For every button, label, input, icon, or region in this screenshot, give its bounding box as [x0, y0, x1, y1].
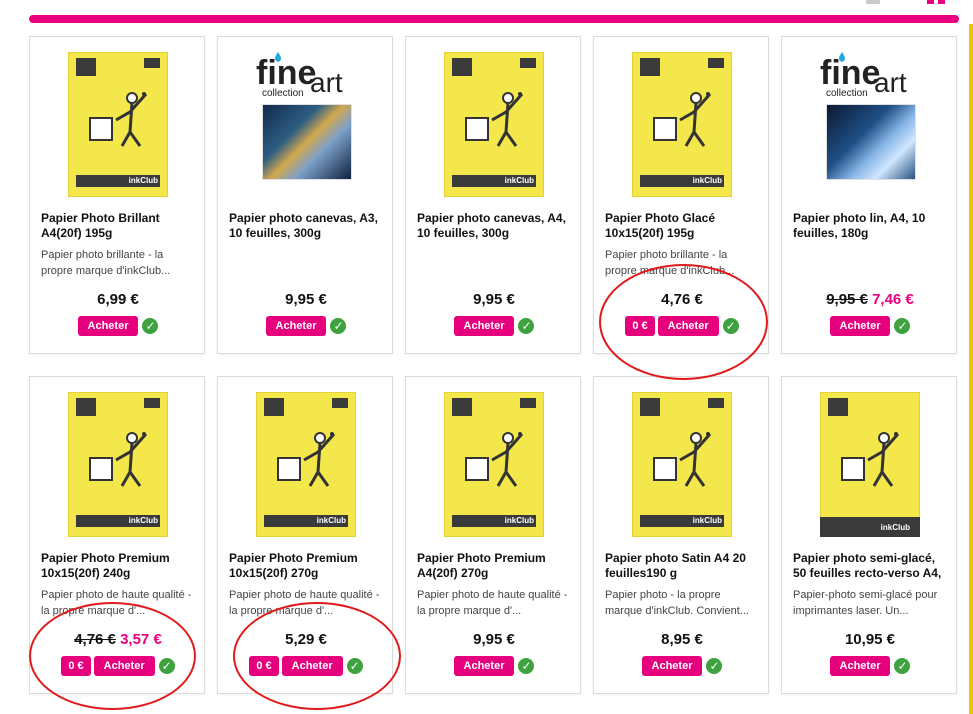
check-icon: ✓	[518, 658, 535, 674]
product-title[interactable]: Papier Photo Premium A4(20f) 270g	[417, 551, 569, 581]
product-card[interactable]: inkClub Papier photo semi-glacé, 50 feui…	[781, 376, 957, 694]
product-title[interactable]: Papier photo lin, A4, 10 feuilles, 180g	[793, 211, 945, 241]
grid-view-icon[interactable]	[927, 0, 934, 4]
check-icon: ✓	[518, 318, 535, 334]
painting-image	[262, 104, 352, 180]
product-image[interactable]: inkClub	[68, 392, 168, 537]
product-desc: Papier photo de haute qualité - la propr…	[417, 589, 568, 617]
product-card[interactable]: fine art collection Papier photo canevas, …	[217, 36, 393, 354]
check-icon: ✓	[894, 318, 911, 334]
grid-view-icon[interactable]	[938, 0, 945, 4]
buy-button[interactable]: Acheter	[453, 656, 515, 676]
product-price: 10,95 €	[844, 631, 896, 648]
product-image[interactable]: inkClub	[256, 392, 356, 537]
product-title[interactable]: Papier Photo Premium 10x15(20f) 240g	[41, 551, 193, 581]
buy-button[interactable]: Acheter	[829, 316, 891, 336]
product-title[interactable]: Papier photo semi-glacé, 50 feuilles rec…	[793, 551, 945, 581]
product-image[interactable]: inkClub	[632, 392, 732, 537]
buy-button[interactable]: Acheter	[641, 656, 703, 676]
product-image[interactable]: inkClub	[68, 52, 168, 197]
check-icon: ✓	[142, 318, 159, 334]
product-title[interactable]: Papier photo Satin A4 20 feuilles190 g	[605, 551, 757, 581]
product-price: 9,95 €	[285, 291, 327, 308]
check-icon: ✓	[894, 658, 911, 674]
product-price: 8,95 €	[661, 631, 703, 648]
product-image[interactable]: inkClub	[444, 52, 544, 197]
check-icon: ✓	[706, 658, 723, 674]
product-title[interactable]: Papier photo canevas, A4, 10 feuilles, 3…	[417, 211, 569, 241]
product-card[interactable]: inkClub Papier Photo Premium A4(20f) 270…	[405, 376, 581, 694]
buy-button[interactable]: Acheter	[77, 316, 139, 336]
product-price: 9,95 €	[473, 291, 515, 308]
scrollbar[interactable]	[969, 24, 973, 714]
product-image[interactable]: inkClub	[444, 392, 544, 537]
product-card[interactable]: inkClub Papier photo Satin A4 20 feuille…	[593, 376, 769, 694]
product-title[interactable]: Papier Photo Premium 10x15(20f) 270g	[229, 551, 381, 581]
highlight-circle	[29, 602, 196, 710]
highlight-circle	[233, 602, 401, 710]
building-image	[826, 104, 916, 180]
top-accent-bar	[29, 15, 959, 23]
buy-button[interactable]: Acheter	[453, 316, 515, 336]
svg-text:art: art	[310, 67, 343, 98]
product-card[interactable]: fine art collection Papier photo lin, A4, …	[781, 36, 957, 354]
product-image[interactable]: inkClub	[820, 392, 920, 537]
product-desc: Papier-photo semi-glacé pour imprimantes…	[793, 589, 938, 617]
product-image[interactable]: fine art collection	[820, 52, 920, 197]
product-image[interactable]: inkClub	[632, 52, 732, 197]
product-price: 9,95 €	[473, 631, 515, 648]
highlight-circle	[599, 264, 768, 380]
product-desc: Papier photo brillante - la propre marqu…	[41, 249, 171, 277]
svg-text:fine: fine	[256, 54, 316, 92]
product-price: 6,99 €	[97, 291, 139, 308]
product-title[interactable]: Papier Photo Glacé 10x15(20f) 195g	[605, 211, 757, 241]
svg-text:fine: fine	[820, 54, 880, 92]
svg-text:collection: collection	[262, 88, 304, 98]
check-icon: ✓	[330, 318, 347, 334]
svg-text:art: art	[874, 67, 907, 98]
buy-button[interactable]: Acheter	[829, 656, 891, 676]
svg-text:collection: collection	[826, 88, 868, 98]
buy-button[interactable]: Acheter	[265, 316, 327, 336]
product-title[interactable]: Papier Photo Brillant A4(20f) 195g	[41, 211, 193, 241]
product-card[interactable]: inkClub Papier photo canevas, A4, 10 feu…	[405, 36, 581, 354]
product-title[interactable]: Papier photo canevas, A3, 10 feuilles, 3…	[229, 211, 381, 241]
product-desc: Papier photo - la propre marque d'inkClu…	[605, 589, 749, 617]
product-price: 9,95 € 7,46 €	[826, 291, 914, 308]
list-view-icon[interactable]	[866, 0, 880, 4]
product-card[interactable]: inkClub Papier Photo Brillant A4(20f) 19…	[29, 36, 205, 354]
product-image[interactable]: fine art collection	[256, 52, 356, 197]
